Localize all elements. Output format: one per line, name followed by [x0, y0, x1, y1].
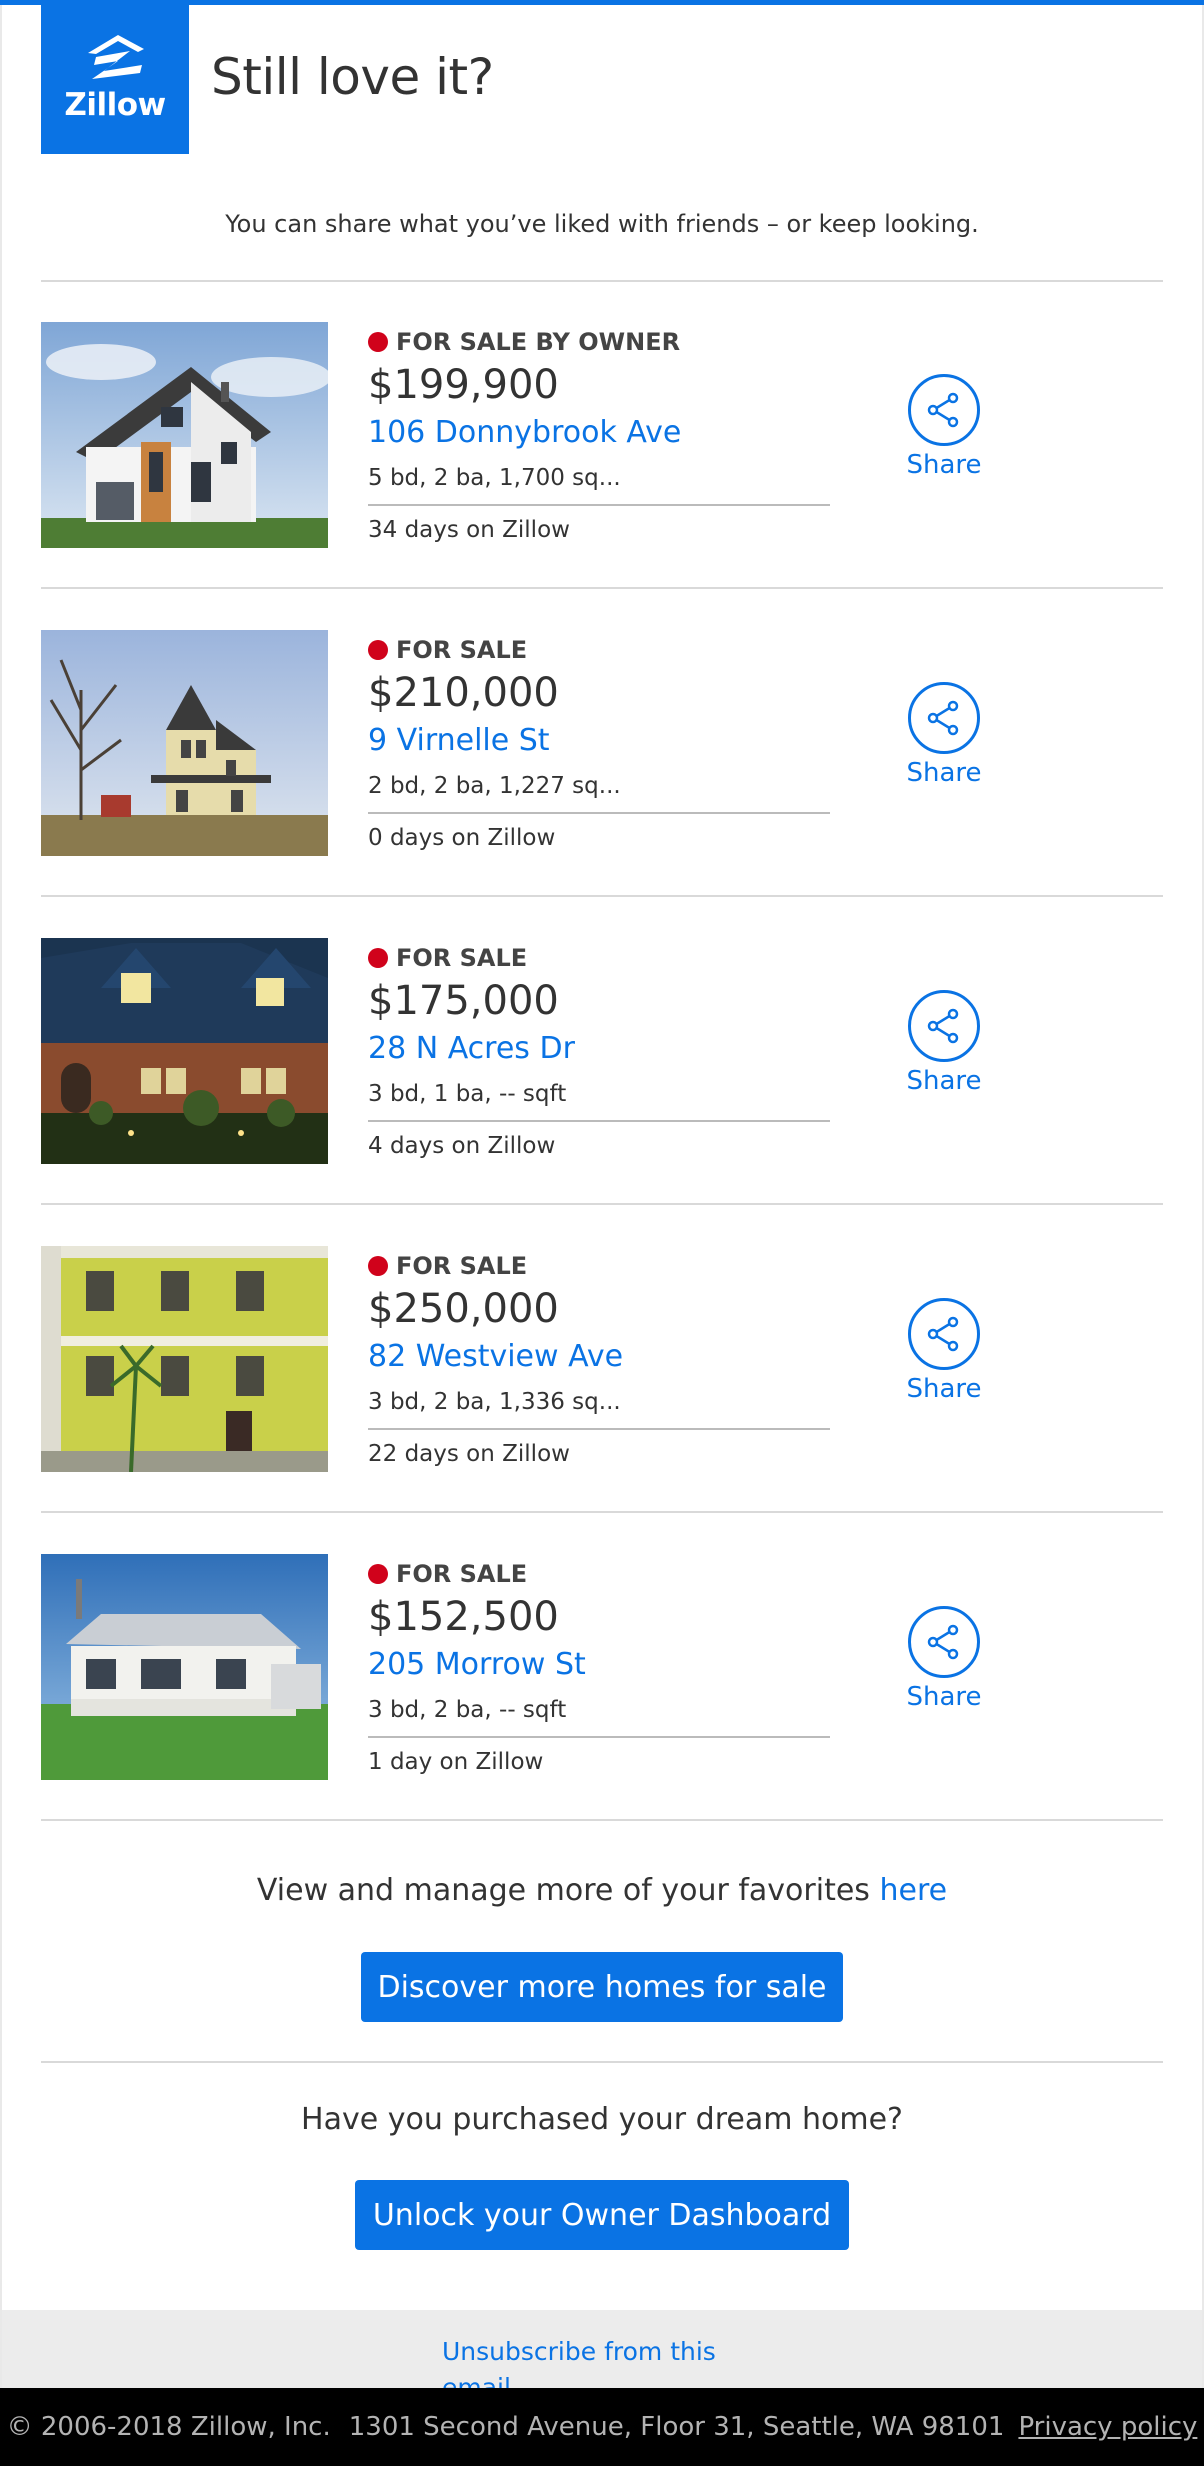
logo-wordmark: Zillow [64, 87, 166, 123]
share-label: Share [906, 1066, 982, 1096]
listing-address-link[interactable]: 9 Virnelle St [368, 723, 550, 758]
listing-address-link[interactable]: 106 Donnybrook Ave [368, 415, 681, 450]
owner-dashboard-button[interactable]: Unlock your Owner Dashboard [355, 2180, 849, 2250]
unsubscribe-link[interactable]: Unsubscribe from this email [442, 2334, 742, 2388]
share-button[interactable]: Share [892, 374, 996, 480]
status-label: FOR SALE [396, 636, 528, 664]
share-icon [908, 990, 980, 1062]
listing-card: FOR SALE $250,000 82 Westview Ave 3 bd, … [41, 1246, 1163, 1472]
status-label: FOR SALE BY OWNER [396, 328, 681, 356]
listing-rule [368, 812, 830, 814]
dream-home-question: Have you purchased your dream home? [301, 2102, 903, 2137]
favorites-here-link[interactable]: here [879, 1873, 947, 1908]
listing-address-link[interactable]: 205 Morrow St [368, 1647, 586, 1682]
listing-address-link[interactable]: 82 Westview Ave [368, 1339, 623, 1374]
divider [41, 1511, 1163, 1513]
status-label: FOR SALE [396, 1560, 528, 1588]
favorites-text: View and manage more of your favorites h… [0, 1873, 1204, 1908]
listing-facts: 3 bd, 2 ba, -- sqft [368, 1697, 567, 1723]
status-dot-icon [368, 640, 388, 660]
divider [41, 2061, 1163, 2063]
footer-copyright: © 2006-2018 Zillow, Inc. [6, 2412, 331, 2442]
listing-price: $250,000 [368, 1286, 559, 1332]
listing-price: $199,900 [368, 362, 559, 408]
listing-rule [368, 504, 830, 506]
listing-price: $175,000 [368, 978, 559, 1024]
listing-status: FOR SALE [368, 636, 527, 664]
listing-card: FOR SALE $175,000 28 N Acres Dr 3 bd, 1 … [41, 938, 1163, 1164]
listing-photo[interactable] [41, 938, 328, 1164]
share-label: Share [906, 450, 982, 480]
share-label: Share [906, 1682, 982, 1712]
listing-card: FOR SALE BY OWNER $199,900 106 Donnybroo… [41, 322, 1163, 548]
divider [41, 587, 1163, 589]
page-title: Still love it? [211, 48, 494, 106]
privacy-policy-link[interactable]: Privacy policy [1018, 2412, 1197, 2442]
favorites-label: View and manage more of your favorites [256, 1873, 880, 1908]
listing-status: FOR SALE BY OWNER [368, 328, 680, 356]
share-button[interactable]: Share [892, 682, 996, 788]
unsubscribe-bar: Unsubscribe from this email [2, 2310, 1202, 2388]
divider [41, 895, 1163, 897]
status-dot-icon [368, 1564, 388, 1584]
share-label: Share [906, 1374, 982, 1404]
zillow-house-icon [88, 35, 144, 79]
listing-price: $210,000 [368, 670, 559, 716]
listing-photo[interactable] [41, 1554, 328, 1780]
listing-card: FOR SALE $152,500 205 Morrow St 3 bd, 2 … [41, 1554, 1163, 1780]
share-icon [908, 1606, 980, 1678]
listing-photo[interactable] [41, 322, 328, 548]
footer-address: 1301 Second Avenue, Floor 31, Seattle, W… [348, 2412, 1005, 2442]
listing-photo[interactable] [41, 1246, 328, 1472]
status-dot-icon [368, 1256, 388, 1276]
listing-price: $152,500 [368, 1594, 559, 1640]
listing-status: FOR SALE [368, 1252, 527, 1280]
listing-rule [368, 1120, 830, 1122]
listing-rule [368, 1736, 830, 1738]
listing-days-on-zillow: 22 days on Zillow [368, 1441, 570, 1467]
listing-days-on-zillow: 0 days on Zillow [368, 825, 556, 851]
listing-days-on-zillow: 34 days on Zillow [368, 517, 570, 543]
divider [41, 1819, 1163, 1821]
listing-facts: 3 bd, 1 ba, -- sqft [368, 1081, 567, 1107]
listing-facts: 2 bd, 2 ba, 1,227 sq... [368, 773, 621, 799]
listing-rule [368, 1428, 830, 1430]
status-label: FOR SALE [396, 944, 528, 972]
share-icon [908, 1298, 980, 1370]
discover-homes-button[interactable]: Discover more homes for sale [361, 1952, 843, 2022]
listing-card: FOR SALE $210,000 9 Virnelle St 2 bd, 2 … [41, 630, 1163, 856]
share-button[interactable]: Share [892, 990, 996, 1096]
listing-status: FOR SALE [368, 1560, 527, 1588]
listing-facts: 5 bd, 2 ba, 1,700 sq... [368, 465, 621, 491]
listing-days-on-zillow: 1 day on Zillow [368, 1749, 544, 1775]
share-button[interactable]: Share [892, 1298, 996, 1404]
share-icon [908, 682, 980, 754]
divider [41, 280, 1163, 282]
listing-facts: 3 bd, 2 ba, 1,336 sq... [368, 1389, 621, 1415]
zillow-logo[interactable]: Zillow [41, 5, 189, 154]
share-button[interactable]: Share [892, 1606, 996, 1712]
share-label: Share [906, 758, 982, 788]
listing-status: FOR SALE [368, 944, 527, 972]
status-label: FOR SALE [396, 1252, 528, 1280]
divider [41, 1203, 1163, 1205]
listing-photo[interactable] [41, 630, 328, 856]
footer: © 2006-2018 Zillow, Inc. 1301 Second Ave… [0, 2388, 1204, 2466]
status-dot-icon [368, 332, 388, 352]
share-icon [908, 374, 980, 446]
listing-address-link[interactable]: 28 N Acres Dr [368, 1031, 575, 1066]
listing-days-on-zillow: 4 days on Zillow [368, 1133, 556, 1159]
page-subtitle: You can share what you’ve liked with fri… [225, 210, 979, 238]
status-dot-icon [368, 948, 388, 968]
